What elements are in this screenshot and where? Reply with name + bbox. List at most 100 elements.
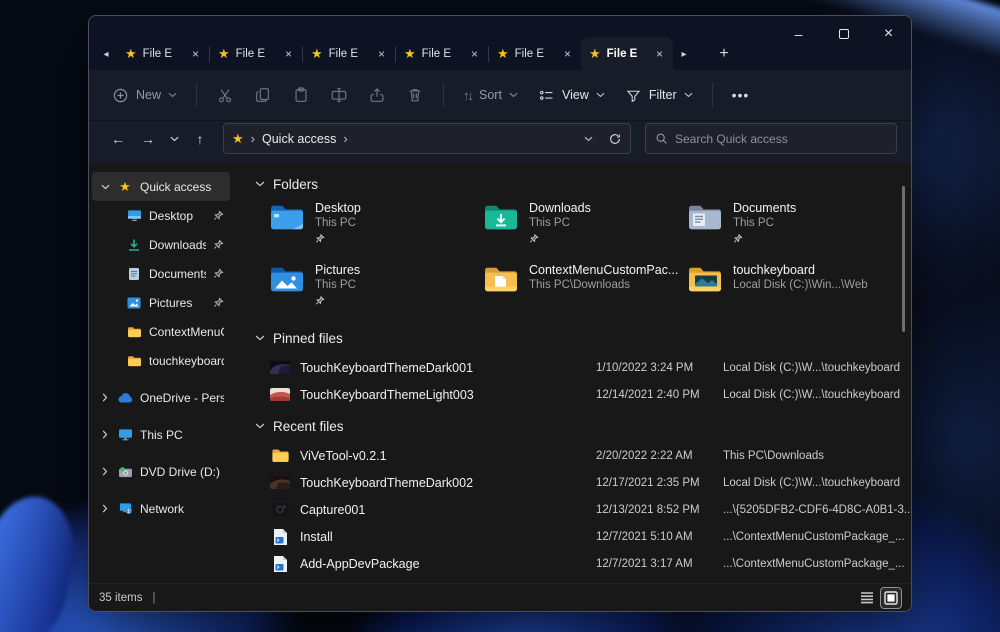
- file-date: 2/20/2022 2:22 AM: [596, 450, 723, 462]
- sort-button-label: Sort: [479, 88, 502, 102]
- chevron-expanded-icon[interactable]: [255, 423, 265, 429]
- folder-tile-pictures[interactable]: Pictures This PC: [269, 262, 483, 318]
- copy-icon: [254, 86, 272, 104]
- details-view-icon: [860, 591, 874, 604]
- tab-scroll-right-button[interactable]: ▸: [673, 38, 695, 70]
- tab-close-icon[interactable]: ×: [283, 47, 294, 61]
- chevron-expanded-icon[interactable]: [255, 335, 265, 341]
- sidebar-gap: [89, 449, 233, 457]
- chevron-collapsed-icon[interactable]: [100, 467, 110, 476]
- new-button[interactable]: New: [103, 80, 186, 111]
- forward-button[interactable]: →: [135, 125, 161, 153]
- explorer-tab[interactable]: ★ File E ×: [210, 37, 302, 70]
- folder-tile-downloads[interactable]: Downloads This PC: [483, 200, 687, 256]
- sidebar-item-contextmenucust[interactable]: ContextMenuCust: [92, 317, 230, 346]
- sidebar-item-onedrive[interactable]: OneDrive - Personal: [92, 383, 230, 412]
- file-row-capture001[interactable]: Capture001 12/13/2021 8:52 PM ...\{5205D…: [253, 496, 911, 523]
- explorer-tab[interactable]: ★ File E ×: [117, 37, 209, 70]
- tab-close-icon[interactable]: ×: [562, 47, 573, 61]
- tab-close-icon[interactable]: ×: [190, 47, 201, 61]
- tab-close-icon[interactable]: ×: [376, 47, 387, 61]
- chevron-collapsed-icon[interactable]: [100, 393, 110, 402]
- explorer-tab-active[interactable]: ★ File E ×: [581, 37, 673, 70]
- cut-button[interactable]: [207, 78, 243, 112]
- close-button[interactable]: ×: [866, 16, 911, 52]
- explorer-tab[interactable]: ★ File E ×: [489, 37, 581, 70]
- section-header-pinned-files[interactable]: Pinned files: [255, 326, 911, 350]
- share-button[interactable]: [359, 78, 395, 112]
- folder-icon: [270, 448, 290, 463]
- vertical-scrollbar[interactable]: [902, 186, 905, 332]
- sidebar-item-desktop[interactable]: Desktop: [92, 201, 230, 230]
- breadcrumb-chevron[interactable]: ›: [343, 131, 347, 146]
- delete-button[interactable]: [397, 78, 433, 112]
- file-row-add-appdevpackage[interactable]: Add-AppDevPackage 12/7/2021 3:17 AM ...\…: [253, 550, 911, 577]
- sidebar-item-downloads[interactable]: Downloads: [92, 230, 230, 259]
- chevron-collapsed-icon[interactable]: [100, 430, 110, 439]
- explorer-tab[interactable]: ★ File E ×: [396, 37, 488, 70]
- folder-tile-desktop[interactable]: Desktop This PC: [269, 200, 483, 256]
- up-button[interactable]: ↑: [187, 125, 213, 153]
- plus-circle-icon: [112, 87, 129, 104]
- chevron-collapsed-icon[interactable]: [100, 504, 110, 513]
- chevron-down-icon: [509, 92, 518, 98]
- breadcrumb-chevron: ›: [251, 131, 255, 146]
- sidebar-item-touchkeyboard[interactable]: touchkeyboard: [92, 346, 230, 375]
- paste-button[interactable]: [283, 78, 319, 112]
- address-dropdown-icon[interactable]: [584, 136, 593, 142]
- document-icon: [126, 267, 142, 281]
- folder-tile-documents[interactable]: Documents This PC: [687, 200, 911, 256]
- folder-tile-touchkeyboard[interactable]: touchkeyboard Local Disk (C:)\Win...\Web: [687, 262, 911, 318]
- sidebar-item-label: DVD Drive (D:) CCC: [140, 465, 224, 479]
- sidebar-item-pictures[interactable]: Pictures: [92, 288, 230, 317]
- file-row-touchkeyboardthemelight003[interactable]: TouchKeyboardThemeLight003 12/14/2021 2:…: [253, 381, 911, 408]
- tab-close-icon[interactable]: ×: [469, 47, 480, 61]
- file-row-touchkeyboardthemedark002[interactable]: TouchKeyboardThemeDark002 12/17/2021 2:3…: [253, 469, 911, 496]
- folder-tile-contextmenucustompackage[interactable]: ContextMenuCustomPac... This PC\Download…: [483, 262, 687, 318]
- sidebar-item-network[interactable]: Network: [92, 494, 230, 523]
- section-header-recent-files[interactable]: Recent files: [255, 414, 911, 438]
- folder-icon: [126, 326, 142, 338]
- section-header-folders[interactable]: Folders: [255, 172, 911, 196]
- rename-button[interactable]: [321, 78, 357, 112]
- details-view-button[interactable]: [857, 588, 877, 608]
- sidebar-item-quick-access[interactable]: ★ Quick access: [92, 172, 230, 201]
- file-row-install[interactable]: Install 12/7/2021 5:10 AM ...\ContextMen…: [253, 523, 911, 550]
- breadcrumb[interactable]: ★ › Quick access ›: [223, 123, 631, 154]
- chevron-expanded-icon[interactable]: [255, 181, 265, 187]
- refresh-button[interactable]: [608, 132, 622, 146]
- back-button[interactable]: ←: [105, 125, 131, 153]
- minimize-button[interactable]: –: [776, 16, 821, 52]
- maximize-button[interactable]: [821, 16, 866, 52]
- file-row-vivetool[interactable]: ViVeTool-v0.2.1 2/20/2022 2:22 AM This P…: [253, 442, 911, 469]
- status-separator: |: [152, 592, 155, 604]
- breadcrumb-item[interactable]: Quick access: [262, 132, 336, 146]
- file-row-touchkeyboardthemedark001[interactable]: TouchKeyboardThemeDark001 1/10/2022 3:24…: [253, 354, 911, 381]
- rename-icon: [330, 86, 348, 104]
- filter-button[interactable]: Filter: [616, 80, 702, 111]
- new-tab-button[interactable]: +: [709, 38, 739, 70]
- explorer-tab[interactable]: ★ File E ×: [303, 37, 395, 70]
- view-button[interactable]: View: [529, 80, 614, 111]
- chevron-expanded-icon[interactable]: [100, 184, 110, 190]
- sidebar-item-this-pc[interactable]: This PC: [92, 420, 230, 449]
- pictures-icon: [126, 297, 142, 309]
- sort-button[interactable]: ↑↓ Sort: [454, 81, 527, 110]
- more-options-button[interactable]: •••: [723, 80, 759, 110]
- sidebar-item-documents[interactable]: Documents: [92, 259, 230, 288]
- recent-locations-button[interactable]: [165, 125, 183, 153]
- thumbnail-view-button[interactable]: [881, 588, 901, 608]
- folder-with-file-icon: [483, 265, 519, 318]
- sidebar-item-dvd-drive[interactable]: DVD Drive (D:) CCC: [92, 457, 230, 486]
- sidebar-item-label: ContextMenuCust: [149, 325, 224, 339]
- window-controls: – ×: [776, 16, 911, 52]
- folders-grid: Desktop This PC Downloads This PC: [253, 200, 911, 318]
- tab-close-icon[interactable]: ×: [654, 47, 665, 61]
- copy-button[interactable]: [245, 78, 281, 112]
- file-name: Add-AppDevPackage: [300, 557, 596, 571]
- tab-scroll-left-button[interactable]: ◂: [95, 38, 117, 70]
- search-box[interactable]: [645, 123, 897, 154]
- sidebar-item-label: Pictures: [149, 296, 206, 310]
- search-input[interactable]: [675, 132, 887, 146]
- file-name: Install: [300, 530, 596, 544]
